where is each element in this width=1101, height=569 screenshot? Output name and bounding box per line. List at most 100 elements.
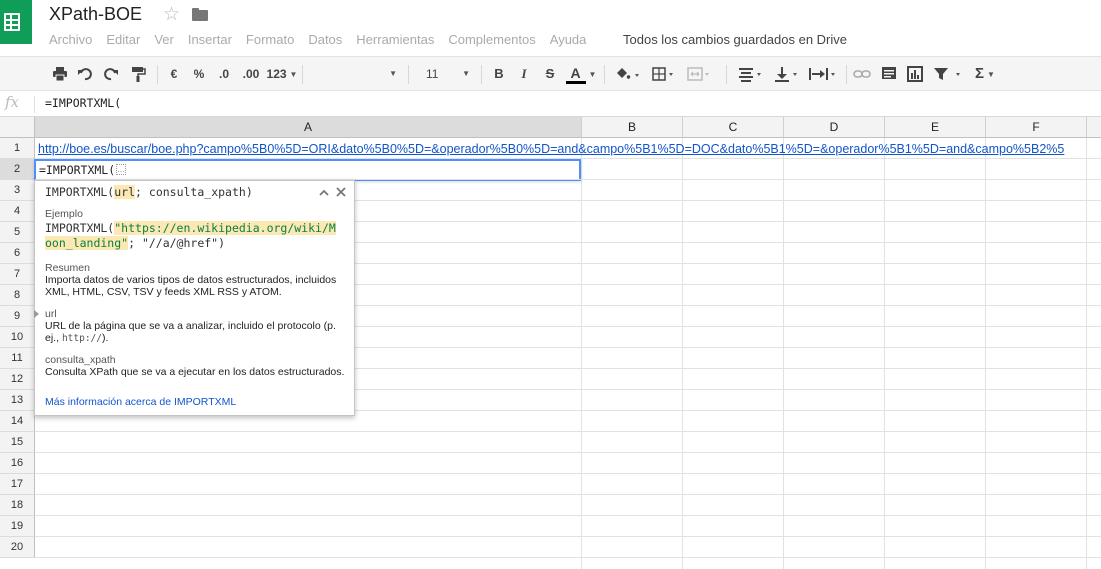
text-color-button[interactable]: A ▼	[564, 64, 598, 84]
grid-row-line	[35, 536, 1101, 537]
more-info-link[interactable]: Más información acerca de IMPORTXML	[45, 396, 236, 408]
argument-separator: ;	[135, 185, 149, 199]
row-header-15[interactable]: 15	[0, 432, 35, 453]
text-wrap-icon[interactable]	[806, 64, 840, 84]
column-header-f[interactable]: F	[986, 117, 1087, 138]
document-title[interactable]: XPath-BOE	[49, 4, 142, 25]
row-header-12[interactable]: 12	[0, 369, 35, 390]
row-header-2[interactable]: 2	[0, 159, 35, 180]
row-header-8[interactable]: 8	[0, 285, 35, 306]
menu-ayuda[interactable]: Ayuda	[550, 32, 587, 50]
row-header-13[interactable]: 13	[0, 390, 35, 411]
close-paren: )	[245, 185, 253, 199]
paint-format-icon[interactable]	[129, 64, 147, 84]
undo-icon[interactable]	[76, 64, 94, 84]
argument-placeholder-hint: ...	[116, 164, 126, 175]
print-icon[interactable]	[51, 64, 69, 84]
row-header-5[interactable]: 5	[0, 222, 35, 243]
arg-xpath-title: consulta_xpath	[45, 354, 116, 366]
cell-a2-editor[interactable]: =IMPORTXML( ...	[34, 159, 581, 181]
menu-complementos[interactable]: Complementos	[448, 32, 535, 50]
grid-row-line	[35, 494, 1101, 495]
formula-bar-divider	[34, 96, 35, 113]
column-header-a[interactable]: A	[35, 117, 582, 138]
app-header: XPath-BOE ☆ Archivo Editar Ver Insertar …	[0, 0, 1101, 56]
column-header-c[interactable]: C	[683, 117, 784, 138]
row-header-17[interactable]: 17	[0, 474, 35, 495]
fx-icon: fx	[5, 93, 20, 111]
chevron-up-icon[interactable]	[318, 183, 330, 199]
example-url-part1: "https://en.wikipedia.org/wiki/M	[114, 221, 336, 235]
column-header-b[interactable]: B	[582, 117, 683, 138]
column-header-e[interactable]: E	[885, 117, 986, 138]
formula-input[interactable]: =IMPORTXML(	[45, 96, 121, 110]
arg-url-text: URL de la página que se va a analizar, i…	[45, 320, 345, 345]
italic-button[interactable]: I	[515, 64, 533, 84]
link-icon[interactable]	[852, 64, 872, 84]
row-header-10[interactable]: 10	[0, 327, 35, 348]
row-header-11[interactable]: 11	[0, 348, 35, 369]
formula-help-popup: IMPORTXML(url; consulta_xpath) Ejemplo I…	[34, 180, 355, 416]
horizontal-align-icon[interactable]	[734, 64, 766, 84]
menu-formato[interactable]: Formato	[246, 32, 294, 50]
select-all-corner[interactable]	[0, 117, 35, 138]
row-header-7[interactable]: 7	[0, 264, 35, 285]
arg-url-desc-end: ).	[101, 332, 109, 344]
vertical-align-icon[interactable]	[771, 64, 801, 84]
strikethrough-button[interactable]: S	[541, 64, 559, 84]
row-header-16[interactable]: 16	[0, 453, 35, 474]
menubar: Archivo Editar Ver Insertar Formato Dato…	[49, 32, 600, 50]
arg-xpath-text: Consulta XPath que se va a ejecutar en l…	[45, 366, 345, 378]
example-rest: ; "//a/@href")	[128, 236, 226, 250]
more-formats-label: 123	[266, 67, 287, 81]
cell-a2-text: =IMPORTXML(	[39, 163, 116, 177]
row-header-3[interactable]: 3	[0, 180, 35, 201]
merge-cells-icon[interactable]	[684, 64, 714, 84]
toolbar: € % .0 .00 123 ▼ ▼ 11 ▼ B I S A ▼ Σ ▼	[0, 56, 1101, 91]
bold-button[interactable]: B	[490, 64, 508, 84]
decimal-decrease-button[interactable]: .0	[214, 64, 234, 84]
functions-icon[interactable]: Σ ▼	[970, 64, 1000, 84]
column-header-g[interactable]	[1087, 117, 1101, 138]
column-header-d[interactable]: D	[784, 117, 885, 138]
close-icon[interactable]	[335, 182, 347, 198]
menu-datos[interactable]: Datos	[308, 32, 342, 50]
row-header-18[interactable]: 18	[0, 495, 35, 516]
summary-text: Importa datos de varios tipos de datos e…	[45, 274, 337, 298]
percent-button[interactable]: %	[191, 64, 207, 84]
example-url-part2: oon_landing"	[45, 236, 129, 250]
row-header-20[interactable]: 20	[0, 537, 35, 558]
star-outline-icon[interactable]: ☆	[163, 3, 180, 26]
example-line-2: oon_landing"; "//a/@href")	[45, 236, 345, 251]
more-formats-button[interactable]: 123 ▼	[265, 64, 299, 84]
row-header-6[interactable]: 6	[0, 243, 35, 264]
fill-color-icon[interactable]	[611, 64, 643, 84]
filter-icon[interactable]	[930, 64, 966, 84]
folder-icon[interactable]	[192, 8, 208, 21]
font-family-select[interactable]: ▼	[309, 64, 401, 84]
chart-icon[interactable]	[905, 64, 925, 84]
menu-ver[interactable]: Ver	[154, 32, 174, 50]
font-size-select[interactable]: 11 ▼	[416, 64, 474, 84]
borders-icon[interactable]	[649, 64, 679, 84]
currency-button[interactable]: €	[166, 64, 182, 84]
decimal-increase-button[interactable]: .00	[240, 64, 262, 84]
save-status[interactable]: Todos los cambios guardados en Drive	[623, 32, 847, 47]
row-header-4[interactable]: 4	[0, 201, 35, 222]
row-header-1[interactable]: 1	[0, 138, 35, 159]
menu-herramientas[interactable]: Herramientas	[356, 32, 434, 50]
menu-archivo[interactable]: Archivo	[49, 32, 92, 50]
row-header-19[interactable]: 19	[0, 516, 35, 537]
formula-bar: fx =IMPORTXML(	[0, 92, 1101, 117]
menu-insertar[interactable]: Insertar	[188, 32, 232, 50]
sheets-grid-icon[interactable]	[0, 0, 32, 44]
grid-row-line	[35, 452, 1101, 453]
comment-icon[interactable]	[879, 64, 899, 84]
row-header-14[interactable]: 14	[0, 411, 35, 432]
arg-url-title: url	[45, 308, 57, 320]
row-header-9[interactable]: 9	[0, 306, 35, 327]
redo-icon[interactable]	[102, 64, 120, 84]
functions-label: Σ	[975, 65, 985, 82]
cell-a1-link[interactable]: http://boe.es/buscar/boe.php?campo%5B0%5…	[38, 142, 1064, 156]
menu-editar[interactable]: Editar	[106, 32, 140, 50]
